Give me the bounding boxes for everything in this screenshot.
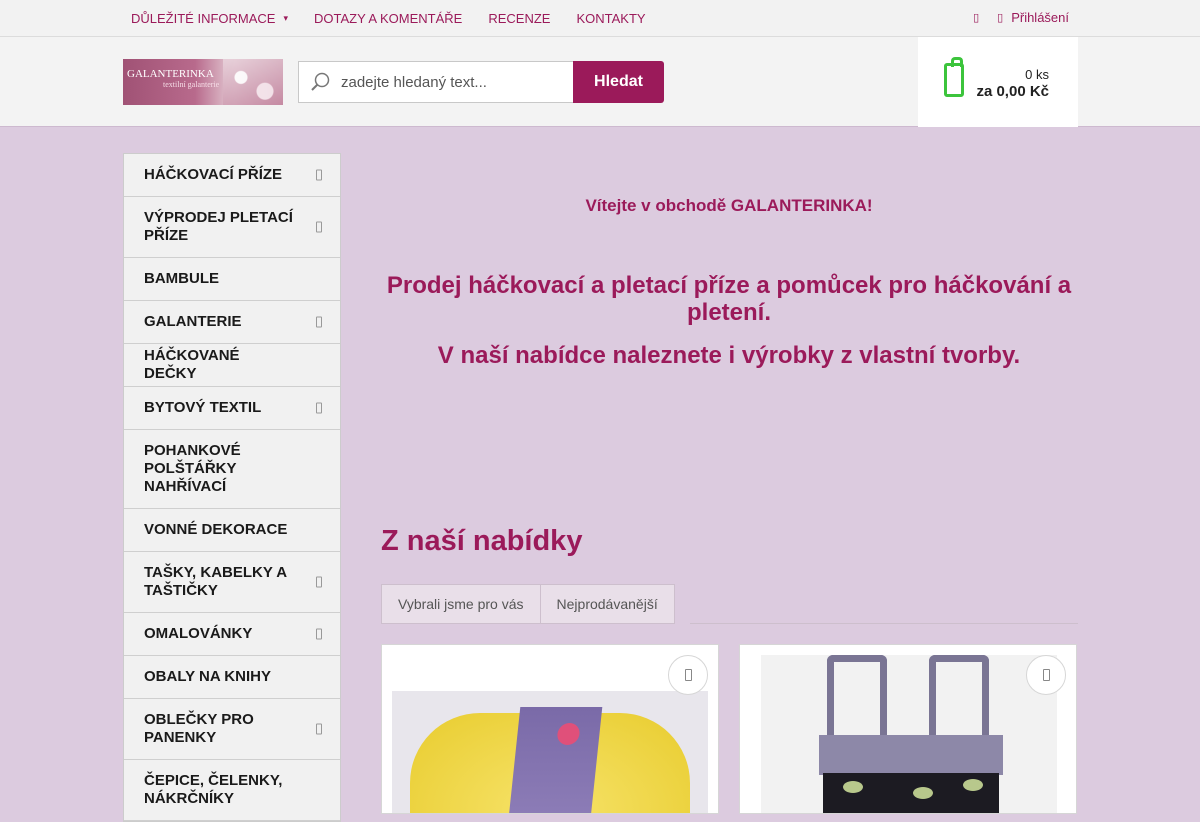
login-label: Přihlášení <box>1011 9 1069 25</box>
chevron-right-icon <box>316 221 322 233</box>
cart-icon[interactable]: ▯ <box>973 11 979 24</box>
sidebar-item-label: VONNÉ DEKORACE <box>144 521 288 538</box>
chevron-right-icon <box>316 316 322 328</box>
search-box <box>298 61 574 103</box>
nav-label: RECENZE <box>488 10 551 26</box>
sidebar-item-cepice[interactable]: ČEPICE, ČELENKY, NÁKRČNÍKY <box>124 760 340 821</box>
header: GALANTERINKA textilní galanterie Hledat … <box>0 37 1200 127</box>
nav-contacts[interactable]: KONTAKTY <box>576 11 645 26</box>
tab-divider <box>690 623 1078 624</box>
category-sidebar: HÁČKOVACÍ PŘÍZE VÝPRODEJ PLETACÍ PŘÍZE B… <box>123 153 341 822</box>
sidebar-item-label: TAŠKY, KABELKY A TAŠTIČKY <box>144 564 287 599</box>
sidebar-item-polstarky[interactable]: POHANKOVÉ POLŠTÁŘKY NAHŘÍVACÍ <box>124 430 340 509</box>
product-image[interactable] <box>392 691 708 813</box>
sidebar-item-label: OBALY NA KNIHY <box>144 668 271 685</box>
product-image[interactable] <box>761 655 1057 813</box>
chevron-right-icon <box>316 169 322 181</box>
login-link[interactable]: ▯ Přihlášení <box>997 10 1069 25</box>
bag-top <box>819 735 1003 775</box>
nav-important-info[interactable]: DŮLEŽITÉ INFORMACE ▾ <box>131 11 288 26</box>
sidebar-item-vonne-dekorace[interactable]: VONNÉ DEKORACE <box>124 509 340 552</box>
tab-recommended[interactable]: Vybrali jsme pro vás <box>381 584 541 624</box>
chevron-right-icon <box>316 402 322 414</box>
cart-quantity: 0 ks <box>1025 67 1049 82</box>
cart-price: za 0,00 Kč <box>976 83 1049 100</box>
bag-handle <box>929 655 989 745</box>
sidebar-item-tasky[interactable]: TAŠKY, KABELKY A TAŠTIČKY <box>124 552 340 613</box>
sidebar-item-label: ČEPICE, ČELENKY, NÁKRČNÍKY <box>144 772 283 807</box>
nav-label: DOTAZY A KOMENTÁŘE <box>314 10 463 26</box>
cart-summary[interactable]: 0 ks za 0,00 Kč <box>918 37 1078 127</box>
shopping-bag-icon <box>944 57 964 97</box>
sidebar-item-label: BAMBULE <box>144 270 219 287</box>
sidebar-item-label: OMALOVÁNKY <box>144 625 253 642</box>
product-card[interactable] <box>739 644 1077 814</box>
chevron-right-icon <box>316 628 322 640</box>
sidebar-item-label: VÝPRODEJ PLETACÍ PŘÍZE <box>144 209 293 244</box>
user-icon: ▯ <box>997 11 1004 24</box>
search-input[interactable] <box>341 73 566 91</box>
bag-handle <box>827 655 887 745</box>
sidebar-item-galanterie[interactable]: GALANTERIE <box>124 301 340 344</box>
top-links: ▯ ▯ Přihlášení <box>973 0 1069 34</box>
sidebar-item-vyprodej[interactable]: VÝPRODEJ PLETACÍ PŘÍZE <box>124 197 340 258</box>
sidebar-item-label: HÁČKOVACÍ PŘÍZE <box>144 166 283 183</box>
sidebar-item-bambule[interactable]: BAMBULE <box>124 258 340 301</box>
chevron-right-icon <box>316 723 322 735</box>
sidebar-item-label: OBLEČKY PRO PANENKY <box>144 711 254 746</box>
sidebar-item-label: HÁČKOVANÉ DEČKY <box>144 347 240 382</box>
product-tabs: Vybrali jsme pro vás Nejprodávanější <box>381 584 675 624</box>
sidebar-item-bytovy-textil[interactable]: BYTOVÝ TEXTIL <box>124 387 340 430</box>
sidebar-item-label: GALANTERIE <box>144 313 242 330</box>
top-bar: DŮLEŽITÉ INFORMACE ▾ DOTAZY A KOMENTÁŘE R… <box>0 0 1200 37</box>
search-icon <box>299 62 341 102</box>
sidebar-item-deckty[interactable]: HÁČKOVANÉ DEČKY <box>124 344 340 387</box>
sidebar-item-obaly[interactable]: OBALY NA KNIHY <box>124 656 340 699</box>
yarn-label <box>507 707 603 813</box>
nav-label: DŮLEŽITÉ INFORMACE <box>131 10 276 26</box>
section-title: Z naší nabídky <box>381 525 583 557</box>
search-button[interactable]: Hledat <box>573 61 664 103</box>
hero-line-2: V naší nabídce naleznete i výrobky z vla… <box>437 342 1021 369</box>
favorite-icon[interactable] <box>1026 655 1066 695</box>
sidebar-item-label: BYTOVÝ TEXTIL <box>144 399 262 416</box>
favorite-icon[interactable] <box>668 655 708 695</box>
welcome-text: Vítejte v obchodě GALANTERINKA! <box>585 196 873 215</box>
chevron-right-icon <box>316 576 322 588</box>
logo-subtext: textilní galanterie <box>163 80 220 89</box>
top-nav: DŮLEŽITÉ INFORMACE ▾ DOTAZY A KOMENTÁŘE R… <box>131 0 672 36</box>
sidebar-item-label: POHANKOVÉ POLŠTÁŘKY NAHŘÍVACÍ <box>144 442 241 495</box>
logo[interactable]: GALANTERINKA textilní galanterie <box>123 59 283 105</box>
hero-line-1: Prodej háčkovací a pletací příze a pomůc… <box>386 272 1072 326</box>
nav-questions[interactable]: DOTAZY A KOMENTÁŘE <box>314 11 462 26</box>
logo-text: GALANTERINKA <box>127 68 214 80</box>
bag-body <box>823 773 999 813</box>
sidebar-item-oblecky[interactable]: OBLEČKY PRO PANENKY <box>124 699 340 760</box>
chevron-down-icon: ▾ <box>283 12 288 23</box>
nav-label: KONTAKTY <box>576 10 646 26</box>
logo-image <box>223 59 283 105</box>
sidebar-item-omalovanky[interactable]: OMALOVÁNKY <box>124 613 340 656</box>
sidebar-item-hackovaci-prize[interactable]: HÁČKOVACÍ PŘÍZE <box>124 154 340 197</box>
tab-bestsellers[interactable]: Nejprodávanější <box>540 584 675 624</box>
nav-reviews[interactable]: RECENZE <box>488 11 550 26</box>
product-card[interactable] <box>381 644 719 814</box>
